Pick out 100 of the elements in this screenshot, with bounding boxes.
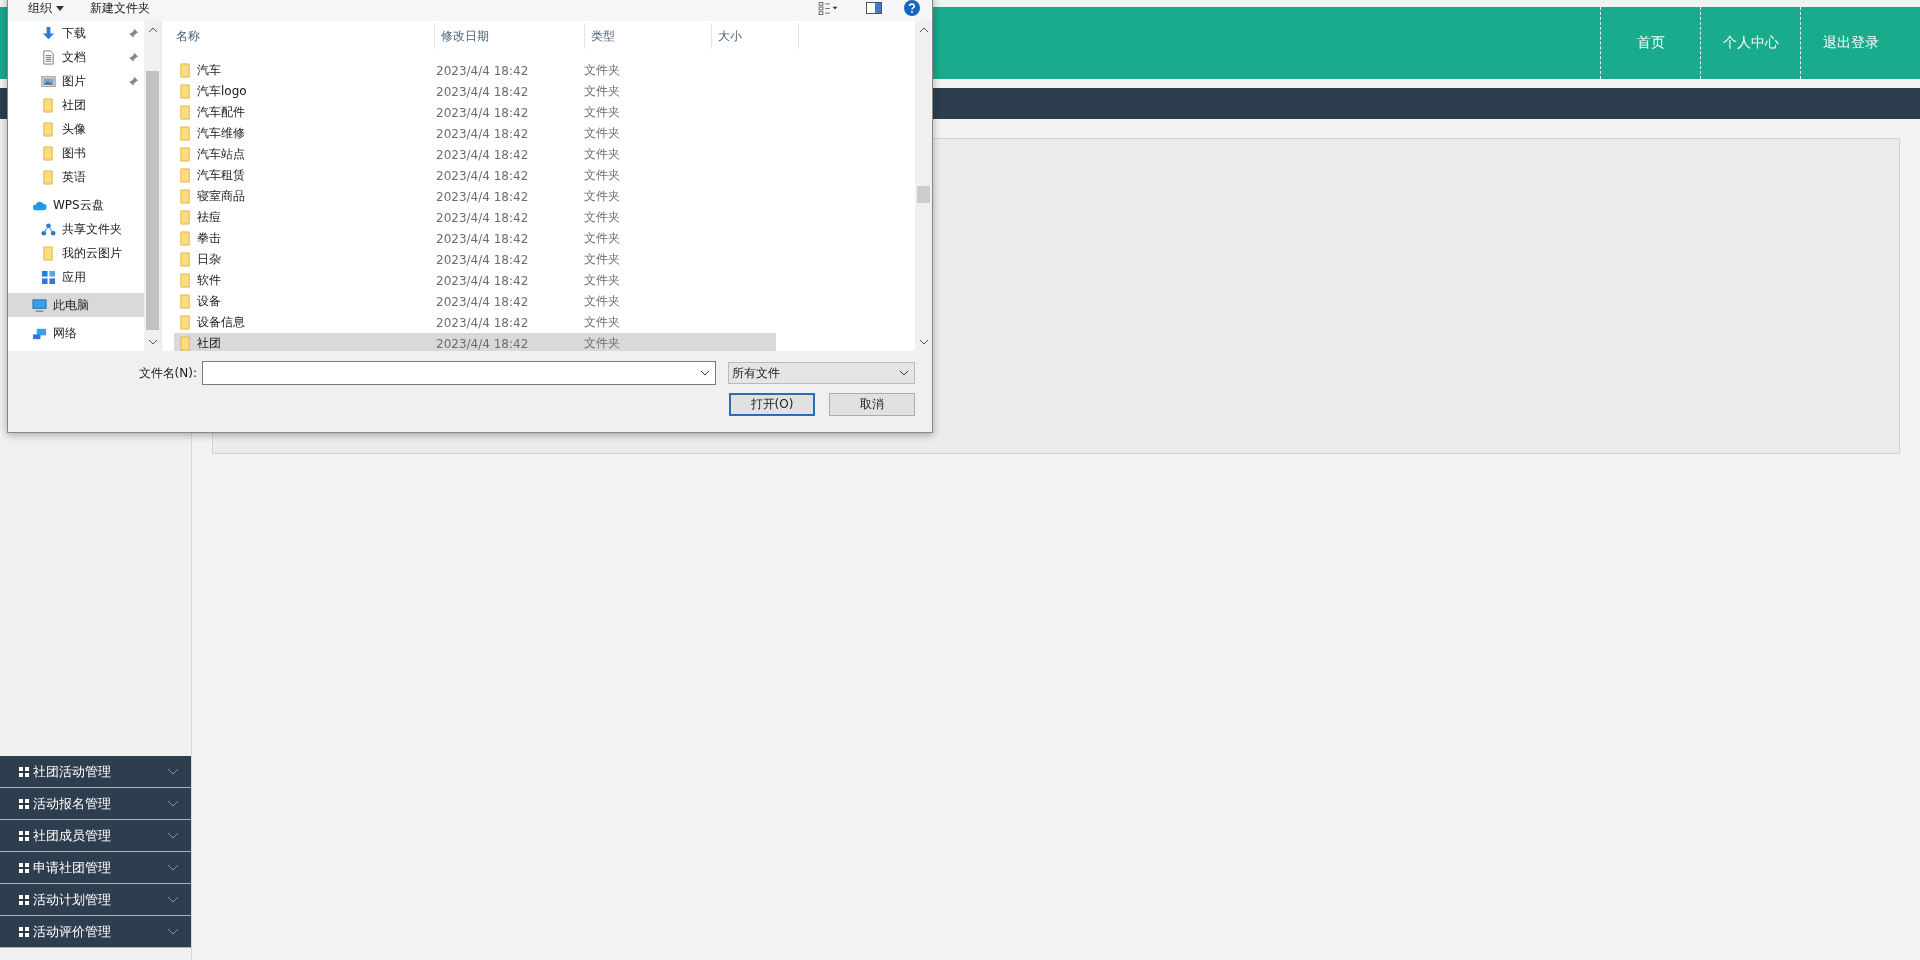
folder-icon (178, 252, 193, 267)
file-row[interactable]: 汽车站点 2023/4/4 18:42 文件夹 (174, 144, 776, 165)
file-row[interactable]: 祛痘 2023/4/4 18:42 文件夹 (174, 207, 776, 228)
folder-icon (178, 189, 193, 204)
column-header[interactable]: 类型 (585, 23, 712, 49)
chevron-down-icon (899, 370, 909, 376)
nav-item[interactable]: 头像 (8, 117, 144, 141)
nav-item[interactable]: 图书 (8, 141, 144, 165)
folder-icon (178, 336, 193, 351)
dialog-button[interactable]: 取消 (829, 393, 915, 416)
file-row[interactable]: 社团 2023/4/4 18:42 文件夹 (174, 333, 776, 351)
column-header[interactable]: 名称 (162, 23, 435, 49)
grid-icon (19, 894, 29, 905)
preview-pane-icon[interactable] (866, 2, 882, 14)
scroll-thumb[interactable] (917, 186, 930, 203)
menu-label: 活动计划管理 (33, 890, 112, 909)
folder-icon (178, 63, 193, 78)
file-row[interactable]: 汽车租赁 2023/4/4 18:42 文件夹 (174, 165, 776, 186)
menu-item[interactable]: 社团活动管理 (0, 756, 191, 788)
file-row[interactable]: 汽车配件 2023/4/4 18:42 文件夹 (174, 102, 776, 123)
menu-label: 活动评价管理 (33, 922, 112, 941)
caret-icon (56, 5, 64, 11)
file-row[interactable]: 寝室商品 2023/4/4 18:42 文件夹 (174, 186, 776, 207)
menu-label: 社团活动管理 (33, 762, 112, 781)
menu-item[interactable]: 申请社团管理 (0, 852, 191, 884)
nav-item[interactable]: 网络 (8, 321, 144, 345)
file-row[interactable]: 软件 2023/4/4 18:42 文件夹 (174, 270, 776, 291)
folder-icon (41, 121, 56, 137)
column-header[interactable]: 大小 (712, 23, 799, 49)
nav-item[interactable]: 文档 (8, 45, 144, 69)
scrollbar[interactable] (915, 21, 932, 351)
folder-icon (178, 147, 193, 162)
scrollbar[interactable] (144, 21, 161, 351)
document-icon (41, 49, 56, 65)
scroll-up-icon[interactable] (919, 27, 928, 32)
nav-item[interactable]: 英语 (8, 165, 144, 189)
folder-icon (178, 294, 193, 309)
folder-icon (178, 210, 193, 225)
file-row[interactable]: 汽车 2023/4/4 18:42 文件夹 (174, 60, 776, 81)
chevron-down-icon (167, 864, 179, 871)
folder-icon (178, 315, 193, 330)
folder-icon (178, 105, 193, 120)
folder-icon (178, 273, 193, 288)
file-row[interactable]: 汽车logo 2023/4/4 18:42 文件夹 (174, 81, 776, 102)
grid-icon (19, 766, 29, 777)
folder-icon (41, 145, 56, 161)
nav-item[interactable]: 下载 (8, 21, 144, 45)
grid-icon (19, 926, 29, 937)
new-folder-button[interactable]: 新建文件夹 (88, 0, 152, 17)
grid-icon (19, 830, 29, 841)
folder-icon (41, 97, 56, 113)
help-icon[interactable] (904, 0, 920, 16)
folder-icon (178, 168, 193, 183)
file-row[interactable]: 汽车维修 2023/4/4 18:42 文件夹 (174, 123, 776, 144)
nav-item[interactable]: 我的云图片 (8, 241, 144, 265)
folder-icon (41, 169, 56, 185)
grid-icon (19, 798, 29, 809)
file-row[interactable]: 设备 2023/4/4 18:42 文件夹 (174, 291, 776, 312)
picture-icon (41, 73, 56, 89)
folder-icon (41, 245, 56, 261)
chevron-down-icon (167, 928, 179, 935)
nav-item[interactable]: 图片 (8, 69, 144, 93)
file-row[interactable]: 设备信息 2023/4/4 18:42 文件夹 (174, 312, 776, 333)
file-row[interactable]: 拳击 2023/4/4 18:42 文件夹 (174, 228, 776, 249)
folder-icon (178, 231, 193, 246)
column-header[interactable]: 修改日期 (435, 23, 585, 49)
scroll-up-icon[interactable] (148, 27, 157, 32)
grid-icon (19, 862, 29, 873)
menu-item[interactable]: 活动报名管理 (0, 788, 191, 820)
monitor-icon (32, 297, 47, 313)
folder-icon (178, 84, 193, 99)
scroll-down-icon[interactable] (919, 340, 928, 345)
organize-button[interactable]: 组织 (26, 0, 66, 17)
share-icon (41, 221, 56, 237)
scroll-thumb[interactable] (146, 71, 159, 330)
dialog-button[interactable]: 打开(O) (729, 393, 815, 416)
scroll-down-icon[interactable] (148, 340, 157, 345)
menu-item[interactable]: 活动计划管理 (0, 884, 191, 916)
menu-item[interactable]: 活动评价管理 (0, 916, 191, 948)
file-row[interactable]: 日杂 2023/4/4 18:42 文件夹 (174, 249, 776, 270)
nav-item[interactable]: 此电脑 (8, 293, 144, 317)
menu-label: 申请社团管理 (33, 858, 112, 877)
apps-icon (41, 269, 56, 285)
chevron-down-icon (167, 832, 179, 839)
nav-item[interactable]: 共享文件夹 (8, 217, 144, 241)
nav-item[interactable]: 应用 (8, 265, 144, 289)
file-type-dropdown[interactable]: 所有文件 (728, 362, 915, 384)
chevron-down-icon (700, 370, 710, 376)
nav-item[interactable]: 社团 (8, 93, 144, 117)
menu-item[interactable]: 社团成员管理 (0, 820, 191, 852)
chevron-down-icon (167, 768, 179, 775)
folder-icon (178, 126, 193, 141)
menu-label: 社团成员管理 (33, 826, 112, 845)
chevron-down-icon (167, 800, 179, 807)
nav-item[interactable]: WPS云盘 (8, 193, 144, 217)
chevron-down-icon (167, 896, 179, 903)
filename-field[interactable] (202, 361, 716, 385)
menu-label: 活动报名管理 (33, 794, 112, 813)
filename-label: 文件名(N): (138, 364, 197, 382)
down-arrow-icon (41, 25, 56, 41)
